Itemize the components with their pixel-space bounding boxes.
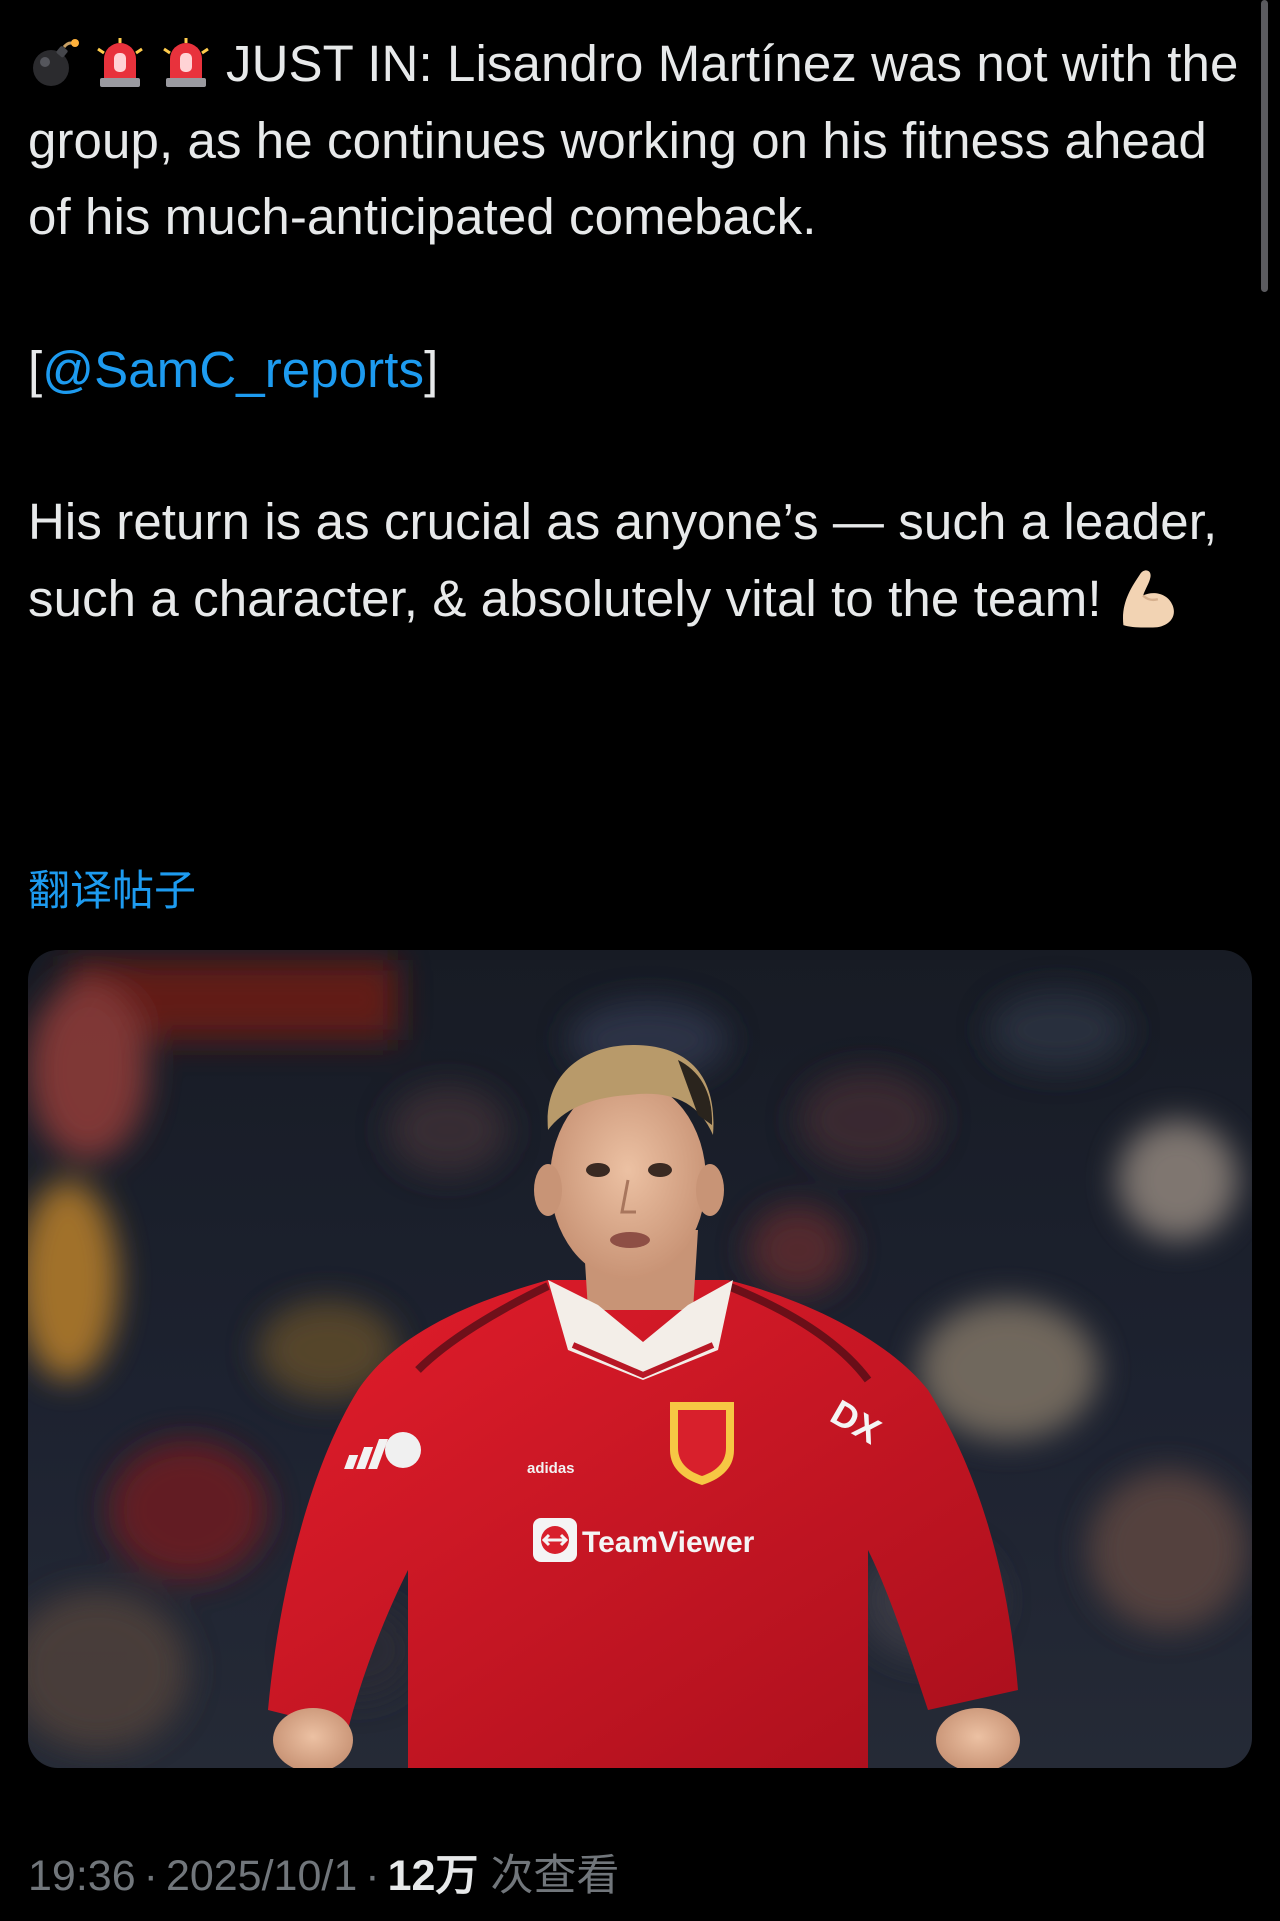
scrollbar[interactable] — [1261, 0, 1268, 292]
tweet-paragraph-1: JUST IN: Lisandro Martínez was not with … — [28, 26, 1258, 256]
post-meta: 19:36 · 2025/10/1 · 12万 次查看 — [28, 1848, 619, 1904]
police-light-icon — [97, 38, 143, 87]
kit-brand-label: adidas — [527, 1460, 575, 1477]
meta-separator: · — [365, 1852, 380, 1900]
bomb-icon — [33, 39, 79, 86]
mention-link[interactable]: @SamC_reports — [42, 341, 424, 398]
post-date: 2025/10/1 — [165, 1852, 358, 1900]
view-count-label: 次查看 — [490, 1852, 620, 1900]
tweet-photo[interactable]: adidas TeamViewer DX — [28, 950, 1252, 1768]
tweet-paragraph-3-text: His return is as crucial as anyone’s — s… — [28, 493, 1218, 627]
translate-post-link[interactable]: 翻译帖子 — [28, 864, 196, 918]
tweet-text: JUST IN: Lisandro Martínez was not with … — [28, 26, 1258, 637]
view-count: 12万 — [387, 1852, 479, 1900]
meta-separator: · — [143, 1852, 158, 1900]
source-bracket-close: ] — [424, 340, 439, 398]
flexed-biceps-icon — [1122, 569, 1174, 628]
tweet-paragraph-2: [@SamC_reports] — [28, 332, 1258, 409]
police-light-icon — [163, 38, 209, 87]
player-photo: adidas TeamViewer DX — [28, 950, 1252, 1768]
source-bracket-open: [ — [28, 340, 43, 398]
shirt-sponsor-label: TeamViewer — [582, 1526, 755, 1559]
post-time: 19:36 — [28, 1852, 136, 1900]
tweet-paragraph-3: His return is as crucial as anyone’s — s… — [28, 484, 1258, 637]
